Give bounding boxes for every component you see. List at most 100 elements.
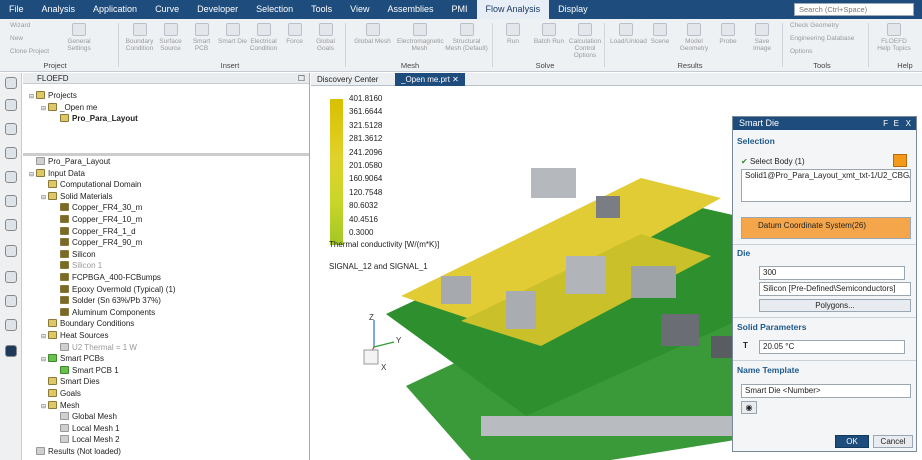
name-template-field[interactable]: Smart Die <Number> bbox=[741, 384, 911, 398]
collapse-icon[interactable]: ⊟ bbox=[41, 402, 48, 412]
tree-item[interactable]: Local Mesh 2 bbox=[53, 435, 120, 445]
temperature-field[interactable]: 20.05 °C bbox=[759, 340, 905, 354]
cancel-button[interactable]: Cancel bbox=[873, 435, 913, 448]
tree-item[interactable]: Pro_Para_Layout bbox=[53, 114, 138, 124]
tree-item[interactable]: Aluminum Components bbox=[53, 307, 155, 318]
parts-icon[interactable] bbox=[5, 123, 17, 135]
help-topics-button[interactable]: FLOEFD Help Topics bbox=[876, 23, 912, 52]
tree-item[interactable]: ⊟ Mesh bbox=[41, 400, 80, 412]
tree-item[interactable]: Copper_FR4_90_m bbox=[53, 238, 142, 248]
tree-item[interactable]: Smart PCB 1 bbox=[53, 365, 119, 376]
tree-item[interactable]: Epoxy Overmold (Typical) (1) bbox=[53, 284, 176, 295]
coordinate-system-field[interactable]: Datum Coordinate System(26) bbox=[741, 217, 911, 239]
tree-item[interactable]: ⊟ Input Data bbox=[29, 168, 85, 180]
menu-developer[interactable]: Developer bbox=[188, 0, 247, 19]
tree-item[interactable]: Boundary Conditions bbox=[41, 319, 134, 329]
mesh-structural-mesh-default--button[interactable]: Structural Mesh (Default) bbox=[444, 23, 489, 52]
menu-display[interactable]: Display bbox=[549, 0, 597, 19]
maximize-icon[interactable]: ☐ bbox=[298, 73, 305, 84]
tree-item[interactable]: Copper_FR4_1_d bbox=[53, 226, 136, 237]
tree-item[interactable]: ⊟ Smart PCBs bbox=[41, 354, 104, 365]
mesh-electromagnetic-mesh-button[interactable]: Electromagnetic Mesh bbox=[397, 23, 444, 52]
cube-icon[interactable] bbox=[5, 171, 17, 183]
menu-tools[interactable]: Tools bbox=[302, 0, 341, 19]
selection-heading[interactable]: Selection bbox=[737, 136, 775, 146]
gear-icon[interactable] bbox=[5, 77, 17, 89]
clone-project-button[interactable]: Clone Project bbox=[10, 48, 49, 55]
tree-item[interactable]: ⊟ _Open me bbox=[41, 102, 97, 114]
collapse-icon[interactable]: ⊟ bbox=[41, 193, 48, 203]
close-icon[interactable]: ✕ bbox=[452, 75, 459, 84]
tree-item[interactable]: Computational Domain bbox=[41, 180, 141, 190]
tree-item[interactable]: Copper_FR4_30_m bbox=[53, 203, 142, 213]
insert-smart-pcb-button[interactable]: Smart PCB bbox=[187, 23, 216, 52]
tree-item[interactable]: ⊟ Projects bbox=[29, 91, 77, 102]
insert-smart-die-button[interactable]: Smart Die bbox=[218, 23, 247, 45]
results-save-image-button[interactable]: Save Image bbox=[746, 23, 778, 52]
network-icon[interactable] bbox=[5, 295, 17, 307]
name-template-heading[interactable]: Name Template bbox=[737, 365, 799, 375]
menu-flow-analysis[interactable]: Flow Analysis bbox=[476, 0, 550, 19]
globe-icon[interactable] bbox=[5, 245, 17, 257]
chart-icon[interactable] bbox=[5, 319, 17, 331]
pane-splitter[interactable] bbox=[23, 153, 309, 156]
tab-discovery-center[interactable]: Discovery Center bbox=[311, 73, 384, 86]
new-project-button[interactable]: New bbox=[10, 35, 23, 42]
check-geometry-button[interactable]: Check Geometry bbox=[790, 22, 839, 29]
menu-file[interactable]: File bbox=[0, 0, 33, 19]
results-model-geometry-button[interactable]: Model Geometry bbox=[678, 23, 710, 52]
die-heading[interactable]: Die bbox=[737, 248, 750, 258]
insert-surface-source-button[interactable]: Surface Source bbox=[156, 23, 185, 52]
collapse-icon[interactable]: ⊟ bbox=[41, 104, 48, 114]
tree-item[interactable]: Solder (Sn 63%/Pb 37%) bbox=[53, 296, 161, 306]
tree-item[interactable]: Local Mesh 1 bbox=[53, 423, 120, 434]
dialog-close-button[interactable]: X bbox=[906, 117, 911, 130]
tree-item[interactable]: Smart Dies bbox=[41, 377, 100, 387]
floefd-icon[interactable] bbox=[5, 345, 17, 357]
tree-item[interactable]: Goals bbox=[41, 389, 81, 399]
bell-icon[interactable] bbox=[5, 147, 17, 159]
collapse-icon[interactable]: ⊟ bbox=[29, 92, 36, 102]
menu-pmi[interactable]: PMI bbox=[443, 0, 477, 19]
results-load-unload-button[interactable]: Load/Unload bbox=[610, 23, 647, 45]
insert-boundary-condition-button[interactable]: Boundary Condition bbox=[125, 23, 154, 52]
tree-item[interactable]: ⊟ Solid Materials bbox=[41, 191, 112, 203]
general-settings-button[interactable]: General Settings bbox=[64, 23, 94, 52]
feature-tree-icon[interactable] bbox=[5, 99, 17, 111]
insert-electrical-condition-button[interactable]: Electrical Condition bbox=[249, 23, 278, 52]
polygons-button[interactable]: Polygons... bbox=[759, 299, 911, 312]
solve-batch-run-button[interactable]: Batch Run bbox=[532, 23, 566, 45]
tree-item[interactable]: FCPBGA_400-FCBumps bbox=[53, 273, 161, 283]
insert-force-button[interactable]: Force bbox=[280, 23, 309, 45]
dialog-e-button[interactable]: E bbox=[894, 117, 899, 130]
results-probe-button[interactable]: Probe bbox=[712, 23, 744, 45]
results-scene-button[interactable]: Scene bbox=[644, 23, 676, 45]
tree-item[interactable]: Silicon 1 bbox=[53, 261, 102, 271]
die-count-field[interactable]: 300 bbox=[759, 266, 905, 280]
options-button[interactable]: Options bbox=[790, 48, 812, 55]
dialog-f-button[interactable]: F bbox=[883, 117, 888, 130]
tree-item[interactable]: Global Mesh bbox=[53, 412, 117, 422]
layers-icon[interactable] bbox=[5, 195, 17, 207]
collapse-icon[interactable]: ⊟ bbox=[41, 355, 48, 365]
tree-item[interactable]: ⊟ Heat Sources bbox=[41, 331, 108, 342]
die-material-select[interactable]: Silicon [Pre-Defined\Semiconductors] bbox=[759, 282, 911, 296]
collapse-icon[interactable]: ⊟ bbox=[41, 332, 48, 342]
engineering-database-button[interactable]: Engineering Database bbox=[790, 35, 854, 42]
menu-application[interactable]: Application bbox=[84, 0, 146, 19]
history-icon[interactable] bbox=[5, 271, 17, 283]
tree-item[interactable]: U2 Thermal = 1 W bbox=[53, 342, 137, 353]
menu-selection[interactable]: Selection bbox=[247, 0, 302, 19]
solid-parameters-heading[interactable]: Solid Parameters bbox=[737, 322, 806, 332]
mesh-global-mesh-button[interactable]: Global Mesh bbox=[350, 23, 395, 45]
tree-item[interactable]: Silicon bbox=[53, 249, 96, 260]
reuse-library-icon[interactable] bbox=[5, 219, 17, 231]
wizard-button[interactable]: Wizard bbox=[10, 22, 30, 29]
tree-item[interactable]: Results (Not loaded) bbox=[29, 447, 121, 457]
body-selection-list[interactable]: Solid1@Pro_Para_Layout_xmt_txt-1/U2_CBGA… bbox=[741, 169, 911, 202]
view-triad[interactable]: Z Y X bbox=[359, 312, 409, 372]
ok-button[interactable]: OK bbox=[835, 435, 869, 448]
insert-global-goals-button[interactable]: Global Goals bbox=[311, 23, 340, 52]
eye-icon[interactable]: ◉ bbox=[741, 401, 757, 414]
search-input[interactable]: Search (Ctrl+Space) bbox=[794, 3, 914, 16]
